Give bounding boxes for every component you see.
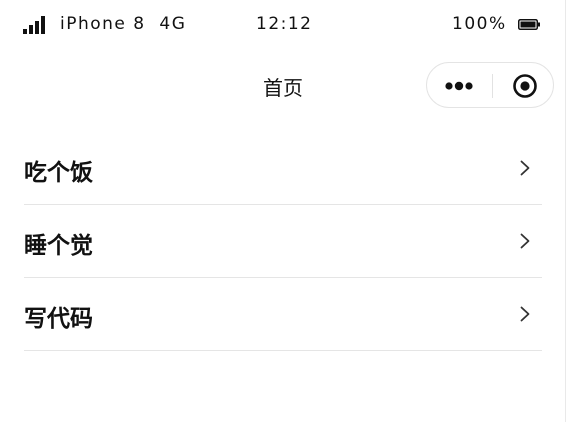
more-button[interactable] — [427, 63, 492, 107]
status-bar: iPhone 8 4G 12:12 100% — [0, 0, 566, 50]
close-button[interactable] — [493, 63, 553, 107]
menu-item-code[interactable]: 写代码 — [24, 278, 542, 351]
mini-program-capsule — [426, 62, 554, 108]
menu-item-sleep[interactable]: 睡个觉 — [24, 205, 542, 278]
menu-item-eat[interactable]: 吃个饭 — [24, 132, 542, 205]
menu-item-label: 写代码 — [24, 306, 93, 332]
battery-percent: 100% — [452, 14, 507, 34]
target-circle-icon — [513, 74, 537, 98]
menu-item-label: 吃个饭 — [24, 160, 93, 186]
status-time: 12:12 — [256, 14, 313, 34]
more-dots-icon — [445, 81, 473, 91]
signal-bars-icon — [23, 16, 45, 34]
menu-list: 吃个饭 睡个觉 写代码 — [24, 132, 542, 351]
chevron-right-icon — [520, 306, 530, 322]
carrier-label: iPhone 8 4G — [60, 14, 187, 34]
battery-full-icon — [518, 19, 540, 30]
chevron-right-icon — [520, 233, 530, 249]
menu-item-label: 睡个觉 — [24, 233, 93, 259]
app-screen: iPhone 8 4G 12:12 100% 首页 吃个饭 睡个觉 写代码 — [0, 0, 566, 422]
chevron-right-icon — [520, 160, 530, 176]
